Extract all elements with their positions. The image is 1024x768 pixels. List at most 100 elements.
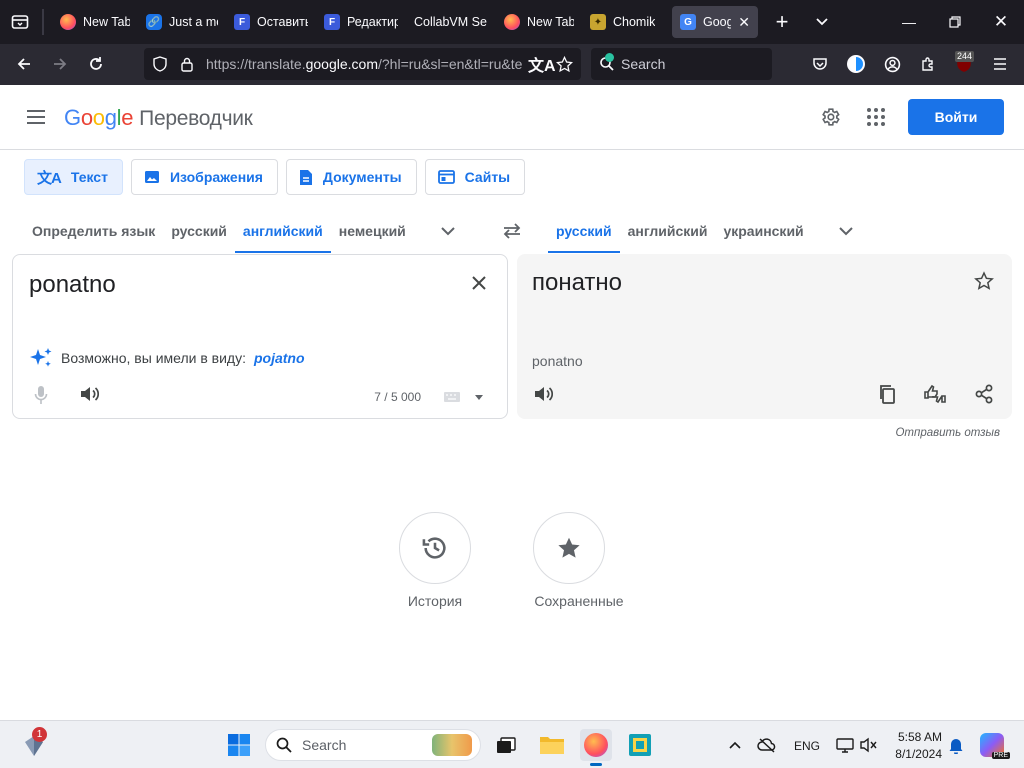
- save-translation-button[interactable]: [972, 269, 996, 293]
- forward-button[interactable]: [42, 46, 78, 82]
- windows-logo-icon: [228, 734, 250, 756]
- google-translate-icon: G: [680, 14, 696, 30]
- source-lang-detect[interactable]: Определить язык: [24, 208, 163, 254]
- source-text-input[interactable]: ponatno: [29, 271, 116, 299]
- taskbar-search-box[interactable]: Search: [265, 729, 481, 761]
- pocket-icon: [813, 58, 827, 70]
- translation-text: понатно: [532, 269, 623, 296]
- tab-google-translate[interactable]: G Googl ✕: [672, 6, 758, 38]
- target-lang-english[interactable]: английский: [620, 208, 716, 254]
- minimize-button[interactable]: —: [886, 0, 932, 44]
- close-tab-icon[interactable]: ✕: [738, 14, 750, 31]
- volume-button[interactable]: [856, 729, 882, 761]
- main-menu-button[interactable]: [24, 105, 48, 129]
- target-lang-russian[interactable]: русский: [548, 208, 620, 254]
- voice-input-button[interactable]: [29, 383, 53, 407]
- tab-collabvm[interactable]: CollabVM Se: [406, 6, 496, 38]
- source-lang-russian[interactable]: русский: [163, 208, 235, 254]
- source-lang-english[interactable]: английский: [234, 208, 331, 254]
- share-translation-button[interactable]: [972, 382, 996, 406]
- source-lang-german[interactable]: немецкий: [331, 208, 414, 254]
- translate-icon: 文A: [37, 169, 62, 187]
- collab-app-button[interactable]: [624, 729, 656, 761]
- tab-list-button[interactable]: [0, 0, 40, 44]
- firefox-icon: [60, 14, 76, 30]
- extensions-button[interactable]: [910, 46, 946, 82]
- account-icon: [884, 56, 900, 72]
- logo-letter: G: [64, 105, 81, 130]
- saved-button[interactable]: [533, 512, 605, 584]
- ublock-button[interactable]: 244: [946, 46, 982, 82]
- logo-letter: g: [104, 105, 117, 130]
- clock-date[interactable]: 8/1/2024: [890, 747, 942, 761]
- mode-label: Изображения: [169, 169, 263, 185]
- back-button[interactable]: [6, 46, 42, 82]
- send-feedback-link[interactable]: Отправить отзыв: [895, 427, 1000, 439]
- translate-page-icon[interactable]: 文A: [528, 52, 556, 76]
- mode-images-button[interactable]: Изображения: [130, 159, 278, 195]
- tab-ostavit[interactable]: F Оставить: [226, 6, 316, 38]
- tab-new-tab-1[interactable]: New Tab: [52, 6, 138, 38]
- input-language-indicator[interactable]: ENG: [794, 739, 820, 753]
- url-text[interactable]: https://translate.google.com/?hl=ru&sl=e…: [206, 56, 522, 72]
- tab-redaktir[interactable]: F Редактир: [316, 6, 406, 38]
- tab-separator: [42, 9, 44, 35]
- new-tab-button[interactable]: +: [764, 4, 800, 40]
- logo-letter: o: [92, 105, 105, 130]
- listen-translation-button[interactable]: [531, 382, 555, 406]
- task-view-button[interactable]: [490, 729, 522, 761]
- url-bar[interactable]: https://translate.google.com/?hl=ru&sl=e…: [144, 48, 581, 80]
- settings-button[interactable]: [818, 105, 842, 129]
- google-translate-logo[interactable]: Google Переводчик: [64, 105, 253, 131]
- close-icon: [472, 276, 486, 290]
- target-lang-ukrainian[interactable]: украинский: [715, 208, 811, 254]
- history-button[interactable]: [399, 512, 471, 584]
- clock-time[interactable]: 5:58 AM: [896, 730, 942, 744]
- copilot-button[interactable]: PRE: [976, 729, 1010, 761]
- sign-in-button[interactable]: Войти: [908, 99, 1004, 135]
- reload-button[interactable]: [78, 46, 114, 82]
- website-icon: [437, 170, 455, 184]
- rate-translation-button[interactable]: [923, 382, 947, 406]
- copy-translation-button[interactable]: [875, 382, 899, 406]
- browser-nav-bar: https://translate.google.com/?hl=ru&sl=e…: [0, 44, 1024, 85]
- network-button[interactable]: [832, 729, 858, 761]
- mode-websites-button[interactable]: Сайты: [424, 159, 526, 195]
- notifications-button[interactable]: [942, 729, 970, 761]
- mode-documents-button[interactable]: Документы: [285, 159, 417, 195]
- mode-text-button[interactable]: 文A Текст: [24, 159, 123, 195]
- onedrive-button[interactable]: [752, 729, 782, 761]
- keyboard-button[interactable]: [443, 391, 483, 403]
- lang-label: английский: [242, 223, 323, 239]
- list-all-tabs-button[interactable]: [804, 4, 840, 40]
- apps-grid-icon: [867, 108, 871, 112]
- source-lang-more-button[interactable]: [436, 219, 460, 243]
- logo-letter: e: [121, 105, 134, 130]
- swap-languages-button[interactable]: [500, 219, 524, 243]
- tab-new-tab-2[interactable]: New Tab: [496, 6, 582, 38]
- tab-chomik[interactable]: ✦ Chomik: [582, 6, 668, 38]
- app-menu-button[interactable]: [982, 46, 1018, 82]
- close-window-button[interactable]: ✕: [978, 0, 1024, 44]
- widgets-button[interactable]: 1: [18, 727, 50, 761]
- restore-button[interactable]: [932, 0, 978, 44]
- clear-text-button[interactable]: [467, 271, 491, 295]
- vpn-extension-button[interactable]: [838, 46, 874, 82]
- file-explorer-button[interactable]: [536, 729, 568, 761]
- tab-just-a-moment[interactable]: 🔗 Just a moment...: [138, 6, 226, 38]
- url-suffix: /?hl=ru&sl=en&tl=ru&text=ponatno&op=tran…: [378, 56, 522, 72]
- apps-button[interactable]: [864, 105, 888, 129]
- account-button[interactable]: [874, 46, 910, 82]
- search-bar[interactable]: Search: [591, 48, 772, 80]
- target-lang-more-button[interactable]: [834, 219, 858, 243]
- did-you-mean-suggestion[interactable]: pojatno: [254, 350, 305, 366]
- listen-source-button[interactable]: [77, 382, 101, 406]
- bookmark-star-icon[interactable]: [556, 55, 573, 73]
- firefox-taskbar-button[interactable]: [580, 729, 612, 766]
- taskbar-search-placeholder: Search: [302, 737, 347, 753]
- start-button[interactable]: [223, 729, 255, 761]
- pocket-button[interactable]: [802, 46, 838, 82]
- show-hidden-icons-button[interactable]: [720, 729, 750, 761]
- source-text-panel: ponatno Возможно, вы имели в виду: pojat…: [12, 254, 508, 419]
- windows-taskbar: 1 Search ENG 5:58 AM 8/1/2024 PRE: [0, 720, 1024, 768]
